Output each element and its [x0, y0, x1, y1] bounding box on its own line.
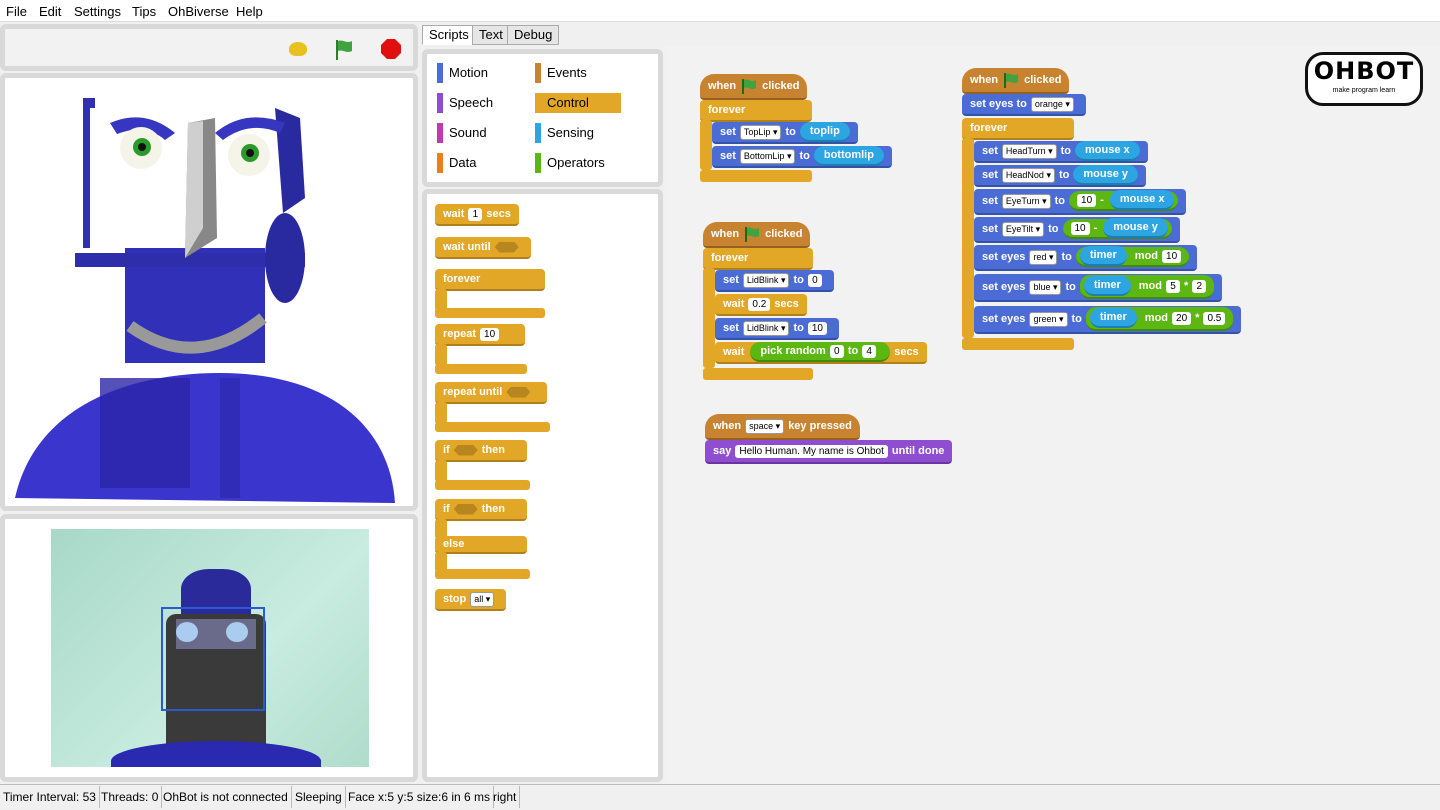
script4-set-eyes-orange[interactable]: set eyes to orange: [962, 94, 1086, 116]
category-data[interactable]: Data: [437, 153, 476, 173]
turbo-icon[interactable]: [289, 42, 307, 56]
green-flag-icon: [742, 79, 757, 94]
category-motion[interactable]: Motion: [437, 63, 488, 83]
script1-hat[interactable]: when clicked: [700, 74, 808, 100]
palette-forever-block[interactable]: forever: [435, 269, 545, 291]
script2-hat[interactable]: when clicked: [703, 222, 811, 248]
status-connection: OhBot is not connected: [160, 786, 292, 808]
script-area[interactable]: OHBOT make program learn when clicked for…: [665, 46, 1440, 784]
palette-repeat-block[interactable]: repeat 10: [435, 324, 525, 346]
green-flag-icon[interactable]: [333, 38, 357, 62]
status-timer-interval: Timer Interval: 53: [0, 786, 100, 808]
category-events[interactable]: Events: [535, 63, 587, 83]
script2-set-lidblink-10[interactable]: setLidBlinkto10: [715, 318, 839, 340]
category-operators[interactable]: Operators: [535, 153, 605, 173]
tab-text[interactable]: Text: [472, 25, 510, 45]
face-detection-box: [161, 607, 265, 711]
script4-set-eyeturn[interactable]: setEyeTurnto10-mouse x: [974, 189, 1187, 215]
camera-image: [51, 529, 369, 767]
menu-tips[interactable]: Tips: [132, 4, 156, 19]
green-flag-icon: [1004, 73, 1019, 88]
script4-set-eyetilt[interactable]: setEyeTiltto10-mouse y: [974, 217, 1180, 243]
tab-scripts[interactable]: Scripts: [422, 25, 476, 45]
script4-hat[interactable]: when clicked: [962, 68, 1070, 94]
palette-else-label: else: [435, 536, 527, 554]
robot-stage: [0, 73, 418, 511]
script4-set-eyes-blue[interactable]: set eyesbluetotimermod5*2: [974, 274, 1223, 302]
palette-if-then-block[interactable]: if then: [435, 440, 527, 462]
script4-set-headturn[interactable]: setHeadTurntomouse x: [974, 141, 1148, 163]
tab-debug[interactable]: Debug: [507, 25, 560, 45]
menu-ohbiverse[interactable]: OhBiverse: [168, 4, 229, 19]
category-sensing[interactable]: Sensing: [535, 123, 594, 143]
menu-settings[interactable]: Settings: [74, 4, 121, 19]
script4-set-eyes-red[interactable]: set eyesredtotimermod10: [974, 245, 1198, 271]
script3-say[interactable]: say Hello Human. My name is Ohbot until do…: [705, 440, 953, 464]
menu-edit[interactable]: Edit: [39, 4, 61, 19]
script4-set-headnod[interactable]: setHeadNodtomouse y: [974, 165, 1146, 187]
stop-icon[interactable]: [381, 39, 401, 59]
category-sound[interactable]: Sound: [437, 123, 487, 143]
status-sleeping: Sleeping: [292, 786, 346, 808]
palette-repeat-until-block[interactable]: repeat until: [435, 382, 547, 404]
category-speech[interactable]: Speech: [437, 93, 493, 113]
category-panel: Motion Events Speech Control Sound Sensi…: [422, 49, 663, 187]
script4-forever[interactable]: forever: [962, 118, 1074, 140]
status-face: Face x:5 y:5 size:6 in 6 ms: [345, 786, 495, 808]
script2-forever[interactable]: forever: [703, 248, 813, 270]
script3-hat[interactable]: whenspacekey pressed: [705, 414, 860, 440]
status-direction: right: [490, 786, 521, 808]
palette-stop-block[interactable]: stop all: [435, 589, 507, 611]
script2-wait[interactable]: wait 0.2 secs: [715, 294, 807, 316]
palette-wait-until-block[interactable]: wait until: [435, 237, 531, 259]
camera-panel: [0, 514, 418, 782]
script4-set-eyes-green[interactable]: set eyesgreentotimermod20*0.5: [974, 306, 1242, 334]
script1-set-bottomlip[interactable]: setBottomLiptobottomlip: [712, 146, 892, 168]
status-threads: Threads: 0: [98, 786, 163, 808]
green-flag-icon: [745, 227, 760, 242]
palette-wait-block[interactable]: wait 1 secs: [435, 204, 519, 226]
control-bar: [0, 24, 418, 71]
menu-file[interactable]: File: [6, 4, 27, 19]
menu-bar: File Edit Settings Tips OhBiverse Help: [0, 0, 1440, 22]
palette-if-else-block[interactable]: if then: [435, 499, 527, 521]
robot-face-render: [15, 98, 395, 503]
script1-forever[interactable]: forever: [700, 100, 812, 122]
script1-set-toplip[interactable]: setTopLiptotoplip: [712, 122, 858, 144]
block-palette: wait 1 secs wait until forever repeat 10 re…: [422, 189, 663, 782]
ohbot-logo: OHBOT make program learn: [1305, 52, 1423, 106]
category-control[interactable]: Control: [535, 93, 621, 113]
script2-set-lidblink-0[interactable]: setLidBlinkto0: [715, 270, 834, 292]
script2-wait-random[interactable]: wait pick random 0 to 4 secs: [715, 342, 927, 364]
menu-help[interactable]: Help: [236, 4, 263, 19]
